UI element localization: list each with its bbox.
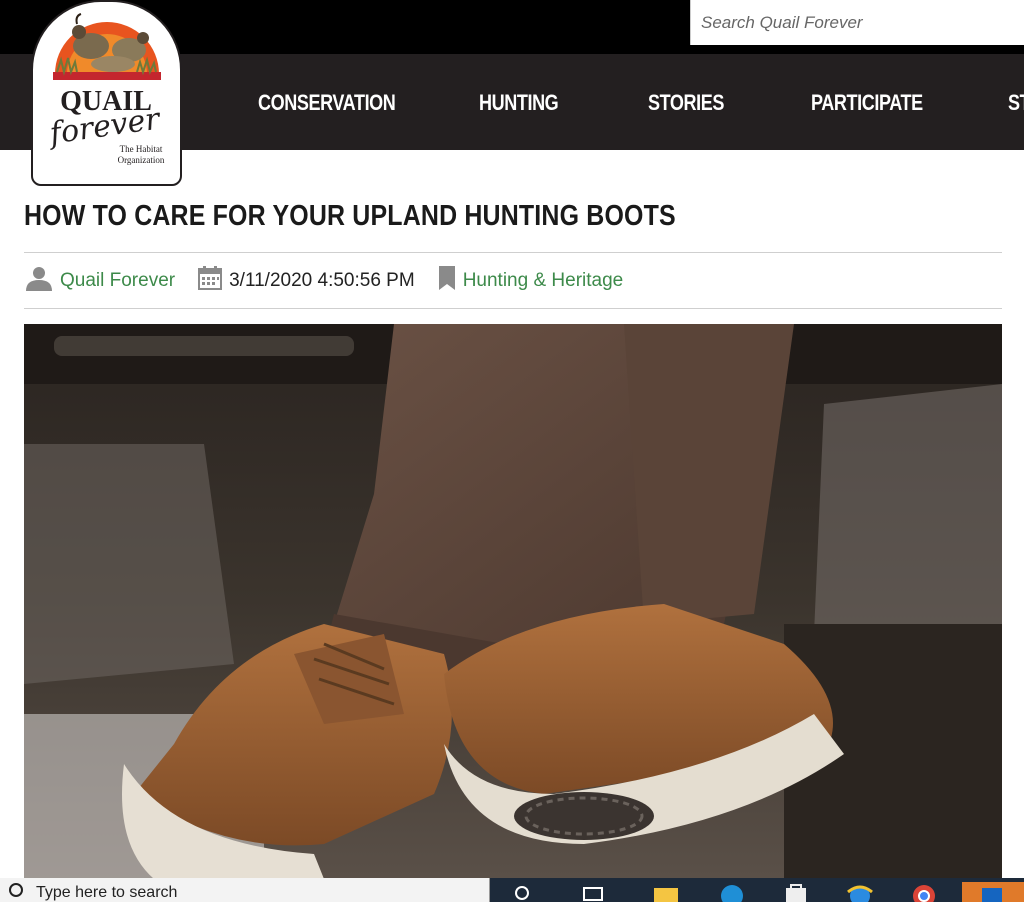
nav-item-stories[interactable]: STORIES <box>648 90 724 116</box>
file-explorer-icon[interactable] <box>652 882 686 902</box>
category-link[interactable]: Hunting & Heritage <box>463 270 624 292</box>
site-search[interactable] <box>690 0 1024 45</box>
publish-date: 3/11/2020 4:50:56 PM <box>229 270 415 291</box>
chrome-icon[interactable] <box>910 882 944 902</box>
calendar-icon <box>197 265 223 297</box>
nav-item-participate[interactable]: PARTICIPATE <box>811 90 923 116</box>
logo-tagline-2: Organization <box>118 155 165 165</box>
search-icon[interactable] <box>512 882 546 902</box>
edge-icon[interactable] <box>718 882 752 902</box>
ie-icon[interactable] <box>846 882 880 902</box>
author-link[interactable]: Quail Forever <box>60 270 175 292</box>
magnifier-icon <box>9 883 23 897</box>
outlook-icon[interactable] <box>962 882 1024 902</box>
title-divider <box>24 252 1002 253</box>
bookmark-icon <box>437 265 457 297</box>
search-input[interactable] <box>691 0 1024 45</box>
store-icon[interactable] <box>782 882 816 902</box>
author-icon <box>24 265 54 297</box>
article-title: HOW TO CARE FOR YOUR UPLAND HUNTING BOOT… <box>24 200 676 232</box>
quail-forever-logo[interactable]: QUAIL forever The Habitat Organization <box>31 0 182 186</box>
hero-image <box>24 324 1002 879</box>
meta-divider <box>24 308 1002 309</box>
nav-item-store[interactable]: ST <box>1008 90 1024 116</box>
logo-graphic: QUAIL forever The Habitat Organization <box>46 13 165 165</box>
nav-item-hunting[interactable]: HUNTING <box>479 90 559 116</box>
boots-photo <box>24 324 1002 879</box>
task-view-icon[interactable] <box>582 882 616 902</box>
taskbar-search[interactable]: Type here to search <box>0 878 490 902</box>
nav-item-conservation[interactable]: CONSERVATION <box>258 90 396 116</box>
logo-tagline-1: The Habitat <box>120 144 163 154</box>
windows-taskbar: Type here to search <box>0 878 1024 902</box>
taskbar-search-text: Type here to search <box>36 884 178 901</box>
article-meta: Quail Forever 3/11/2020 4:50:56 PM Hunti… <box>24 266 623 296</box>
